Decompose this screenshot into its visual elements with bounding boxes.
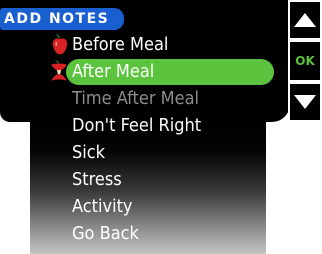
menu-panel-lower xyxy=(30,122,266,254)
add-notes-screen: ADD NOTES Before Meal After Meal Time Af… xyxy=(0,0,322,254)
menu-item-activity[interactable]: Activity xyxy=(72,194,133,220)
apple-core-icon xyxy=(51,60,67,81)
menu-item-go-back[interactable]: Go Back xyxy=(72,221,139,247)
menu-item-after-meal[interactable]: After Meal xyxy=(72,59,154,85)
header-title: ADD NOTES xyxy=(0,8,124,30)
up-arrow-icon xyxy=(294,13,316,27)
down-arrow-icon xyxy=(294,95,316,109)
menu-item-stress[interactable]: Stress xyxy=(72,167,122,193)
scroll-down-button[interactable] xyxy=(288,82,322,122)
apple-icon xyxy=(52,34,68,55)
ok-button[interactable]: OK xyxy=(288,40,322,82)
ok-label: OK xyxy=(295,54,315,68)
side-button-column: OK xyxy=(288,0,322,122)
menu-item-time-after-meal: Time After Meal xyxy=(72,88,200,109)
menu-item-before-meal[interactable]: Before Meal xyxy=(72,32,168,58)
menu-item-sick[interactable]: Sick xyxy=(72,140,105,166)
menu-item-dont-feel-right[interactable]: Don't Feel Right xyxy=(72,113,201,139)
scroll-up-button[interactable] xyxy=(288,0,322,40)
